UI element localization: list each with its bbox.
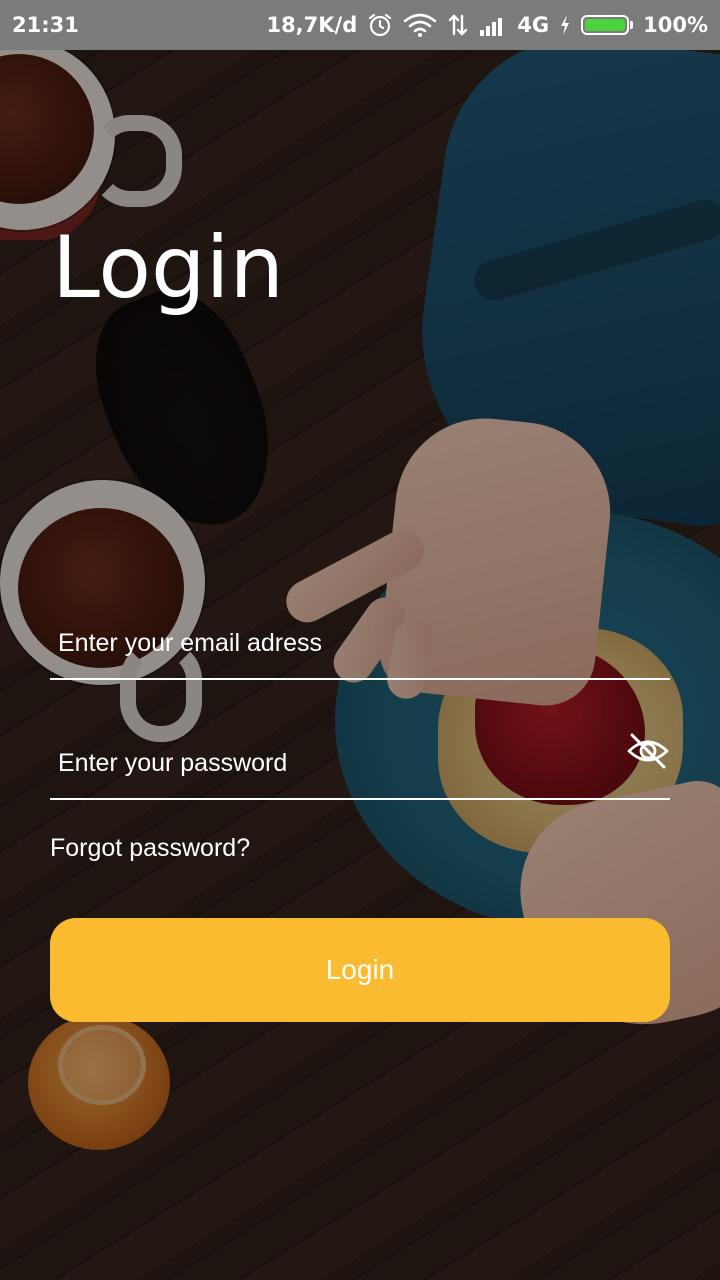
status-indicators: 18,7K/d 4G 100% <box>266 12 708 38</box>
login-screen: 21:31 18,7K/d 4G 100% Login Enter your e… <box>0 0 720 1280</box>
network-type: 4G <box>517 13 550 37</box>
eye-off-icon[interactable] <box>626 730 670 772</box>
page-title: Login <box>52 218 285 318</box>
email-input[interactable] <box>50 608 618 678</box>
battery-percent: 100% <box>643 13 708 37</box>
password-input[interactable] <box>50 728 618 798</box>
wifi-icon <box>403 12 437 38</box>
network-speed: 18,7K/d <box>266 13 358 37</box>
password-field <box>50 728 670 800</box>
charging-bolt-icon <box>559 14 571 36</box>
login-button[interactable]: Login <box>50 918 670 1022</box>
email-field <box>50 608 670 680</box>
status-time: 21:31 <box>12 13 79 37</box>
alarm-clock-icon <box>367 12 393 38</box>
status-bar: 21:31 18,7K/d 4G 100% <box>0 0 720 50</box>
forgot-password-link[interactable]: Forgot password? <box>50 834 250 863</box>
battery-icon <box>581 15 634 35</box>
data-transfer-icon <box>447 12 469 38</box>
cell-signal-icon <box>479 13 507 37</box>
